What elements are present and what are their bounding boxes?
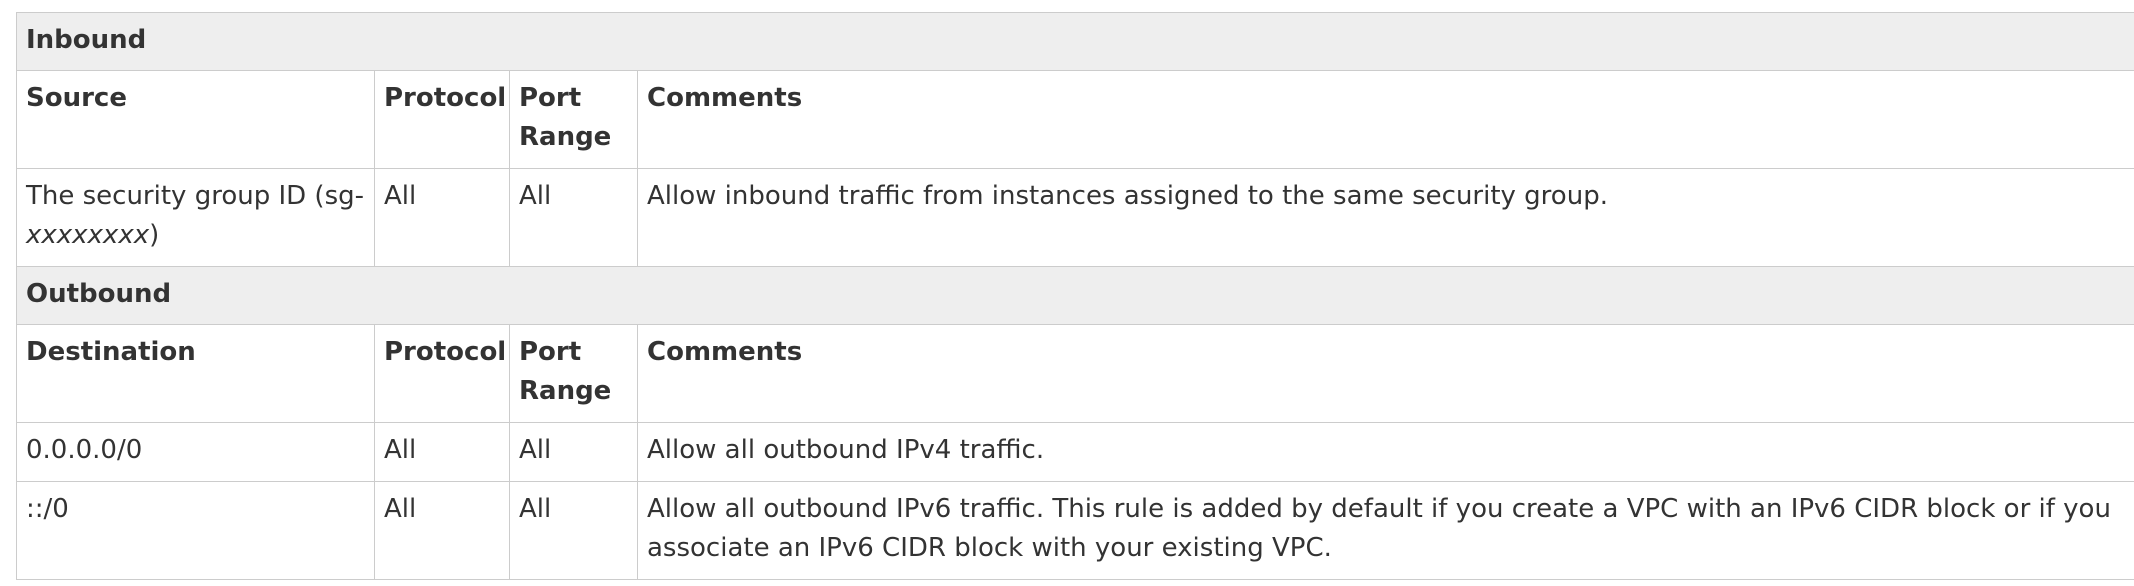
outbound-rule-row: ::/0 All All Allow all outbound IPv6 tra… [16,481,2134,580]
outbound-rule-comments: Allow all outbound IPv4 traffic. [637,422,2134,482]
inbound-rule-comments: Allow inbound traffic from instances ass… [637,168,2134,267]
inbound-header-port-range-line1: Port [519,83,582,113]
security-group-rules-table: Inbound Source Protocol Port Range Commen… [16,12,2134,580]
inbound-section-title: Inbound [16,12,2134,71]
outbound-section-row: Outbound [16,266,2134,325]
outbound-rule-destination: ::/0 [16,481,375,580]
outbound-header-port-range: Port Range [509,324,638,423]
outbound-header-destination: Destination [16,324,375,423]
inbound-rule-row: The security group ID (sg-xxxxxxxx) All … [16,168,2134,267]
outbound-header-protocol: Protocol [374,324,510,423]
outbound-section-title: Outbound [16,266,2134,325]
outbound-rule-protocol: All [374,422,510,482]
outbound-rule-port-range: All [509,422,638,482]
outbound-header-port-range-line1: Port [519,337,582,367]
inbound-rule-source: The security group ID (sg-xxxxxxxx) [16,168,375,267]
inbound-rule-protocol: All [374,168,510,267]
security-group-rules: Inbound Source Protocol Port Range Commen… [16,12,2134,580]
outbound-rule-protocol: All [374,481,510,580]
outbound-header-port-range-line2: Range [519,376,612,406]
inbound-header-source: Source [16,70,375,169]
inbound-header-port-range-line2: Range [519,122,612,152]
inbound-header-port-range: Port Range [509,70,638,169]
inbound-rule-source-text: The security group ID (sg- [26,181,364,211]
outbound-rule-row: 0.0.0.0/0 All All Allow all outbound IPv… [16,422,2134,482]
outbound-header-row: Destination Protocol Port Range Comments [16,324,2134,423]
inbound-rule-source-placeholder: xxxxxxxx [26,220,150,250]
outbound-rule-comments: Allow all outbound IPv6 traffic. This ru… [637,481,2134,580]
outbound-header-comments: Comments [637,324,2134,423]
inbound-rule-port-range: All [509,168,638,267]
inbound-section-row: Inbound [16,12,2134,71]
inbound-header-comments: Comments [637,70,2134,169]
inbound-rule-source-tail: ) [149,220,160,250]
outbound-rule-destination: 0.0.0.0/0 [16,422,375,482]
inbound-header-row: Source Protocol Port Range Comments [16,70,2134,169]
outbound-rule-port-range: All [509,481,638,580]
inbound-header-protocol: Protocol [374,70,510,169]
